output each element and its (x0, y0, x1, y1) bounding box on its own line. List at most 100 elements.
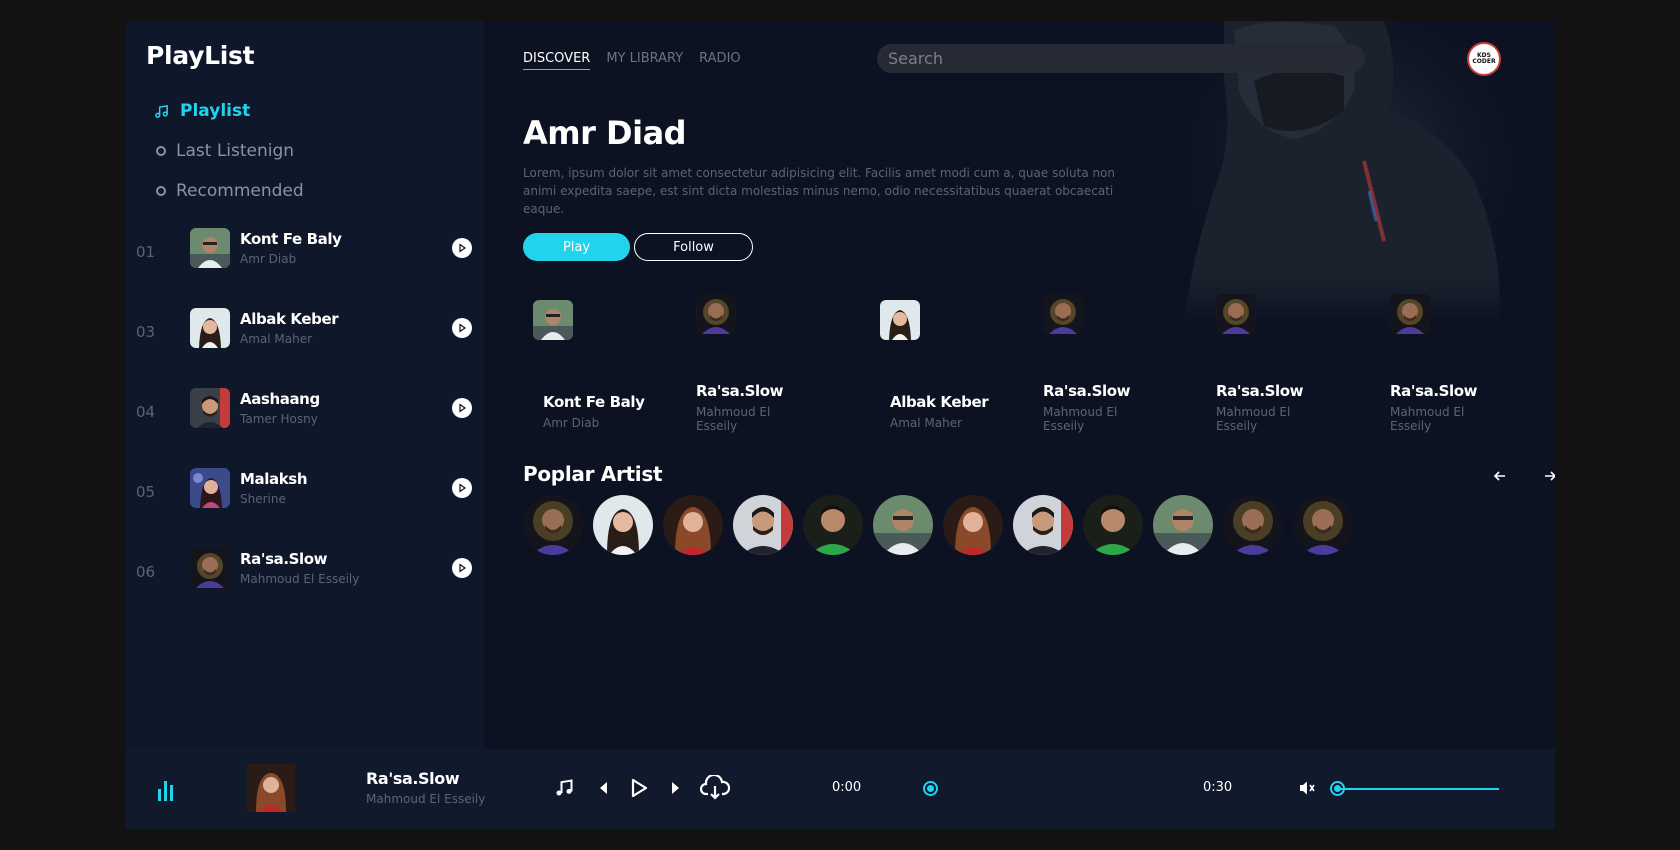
scroll-right-button[interactable] (1541, 467, 1555, 485)
track-row[interactable]: 04 Aashaang Tamer Hosny (126, 388, 484, 468)
song-card-title: Kont Fe Baly (543, 393, 645, 411)
song-card-artist: Amal Maher (890, 416, 963, 430)
artist-avatar[interactable] (733, 495, 793, 555)
nav-item-recommended[interactable]: Recommended (154, 171, 304, 211)
now-playing-artist: Mahmoud El Esseily (366, 792, 486, 806)
track-cover (190, 308, 230, 348)
track-row[interactable]: 05 Malaksh Sherine (126, 468, 484, 548)
popular-artists-title: Poplar Artist (523, 462, 663, 486)
scroll-left-button[interactable] (1491, 467, 1509, 485)
top-tabs: DISCOVER MY LIBRARY RADIO (523, 51, 741, 70)
music-note-icon (154, 104, 172, 119)
circle-bullet-icon (156, 186, 166, 196)
next-button[interactable] (669, 773, 683, 803)
volume-slider[interactable] (1330, 781, 1345, 796)
volume-icon (1300, 781, 1315, 795)
equalizer-icon (156, 775, 176, 803)
play-pause-button[interactable] (628, 773, 650, 803)
follow-button[interactable]: Follow (634, 233, 753, 261)
song-card[interactable]: Ra'sa.Slow Mahmoud El Esseily (696, 294, 856, 454)
song-card-cover (1390, 294, 1430, 334)
artist-avatar[interactable] (1223, 495, 1283, 555)
artist-avatar[interactable] (1013, 495, 1073, 555)
playlist-button[interactable] (553, 773, 575, 803)
play-track-button[interactable] (452, 318, 472, 338)
arrow-left-icon (1493, 471, 1505, 481)
tab-discover[interactable]: DISCOVER (523, 51, 591, 70)
play-button[interactable]: Play (523, 233, 630, 261)
song-card[interactable]: Albak Keber Amal Maher (870, 294, 1030, 454)
track-cover (190, 228, 230, 268)
track-title: Aashaang (240, 390, 320, 408)
play-icon (459, 323, 467, 333)
play-track-button[interactable] (452, 558, 472, 578)
song-card[interactable]: Ra'sa.Slow Mahmoud El Esseily (1043, 294, 1203, 454)
user-avatar[interactable]: KDS CODER (1467, 42, 1501, 76)
song-card-cover (696, 294, 736, 334)
cloud-download-icon (700, 775, 730, 800)
artist-avatar[interactable] (1083, 495, 1143, 555)
play-icon (459, 483, 467, 493)
track-cover (190, 388, 230, 428)
song-card-cover (880, 300, 920, 340)
song-card[interactable]: Ra'sa.Slow Mahmoud El Esseily (1390, 294, 1550, 454)
track-artist: Tamer Hosny (240, 412, 318, 426)
popular-artists-row (523, 495, 1353, 555)
play-icon (631, 778, 648, 798)
song-card-artist: Mahmoud El Esseily (1390, 405, 1465, 433)
track-row[interactable]: 03 Albak Keber Amal Maher (126, 308, 484, 388)
sidebar: PlayList Playlist Last Listenign Recomme… (126, 21, 484, 749)
track-cover (190, 468, 230, 508)
mute-button[interactable] (1298, 773, 1316, 803)
track-number: 05 (136, 483, 156, 501)
play-track-button[interactable] (452, 478, 472, 498)
track-title: Kont Fe Baly (240, 230, 342, 248)
artist-avatar[interactable] (523, 495, 583, 555)
tab-radio[interactable]: RADIO (699, 51, 740, 70)
song-cards: Kont Fe Baly Amr Diab Ra'sa.Slow Mahmoud… (523, 294, 1533, 454)
song-card-cover (1216, 294, 1256, 334)
track-number: 03 (136, 323, 156, 341)
volume-track[interactable] (1337, 788, 1499, 790)
song-card-artist: Amr Diab (543, 416, 600, 430)
search-input[interactable] (877, 44, 1365, 73)
track-number: 06 (136, 563, 156, 581)
song-card[interactable]: Ra'sa.Slow Mahmoud El Esseily (1216, 294, 1376, 454)
artist-avatar[interactable] (803, 495, 863, 555)
nav-item-last-listening[interactable]: Last Listenign (154, 131, 304, 171)
nav-item-playlist[interactable]: Playlist (154, 91, 304, 131)
hero-artist-name: Amr Diad (523, 114, 687, 152)
song-card-cover (1043, 294, 1083, 334)
play-icon (459, 243, 467, 253)
previous-button[interactable] (596, 773, 610, 803)
song-card-title: Ra'sa.Slow (696, 382, 784, 400)
artist-avatar[interactable] (943, 495, 1003, 555)
track-artist: Sherine (240, 492, 286, 506)
play-track-button[interactable] (452, 238, 472, 258)
tab-my-library[interactable]: MY LIBRARY (606, 51, 683, 70)
play-icon (459, 563, 467, 573)
play-track-button[interactable] (452, 398, 472, 418)
duration-time: 0:30 (1203, 780, 1233, 795)
now-playing-cover (247, 764, 295, 812)
song-card-title: Ra'sa.Slow (1043, 382, 1131, 400)
download-button[interactable] (699, 773, 731, 803)
track-number: 01 (136, 243, 156, 261)
song-card[interactable]: Kont Fe Baly Amr Diab (523, 294, 683, 454)
nav-item-label: Last Listenign (176, 141, 295, 161)
track-row[interactable]: 06 Ra'sa.Slow Mahmoud El Esseily (126, 548, 484, 628)
artist-avatar[interactable] (1293, 495, 1353, 555)
previous-icon (600, 782, 607, 794)
track-row[interactable]: 01 Kont Fe Baly Amr Diab (126, 228, 484, 308)
progress-slider[interactable] (923, 781, 938, 796)
song-card-title: Albak Keber (890, 393, 989, 411)
artist-avatar[interactable] (1153, 495, 1213, 555)
avatar-logo-text: KDS CODER (1472, 51, 1496, 65)
circle-bullet-icon (156, 146, 166, 156)
brand-title: PlayList (146, 41, 255, 70)
artist-avatar[interactable] (593, 495, 653, 555)
song-card-title: Ra'sa.Slow (1216, 382, 1304, 400)
artist-avatar[interactable] (663, 495, 723, 555)
artist-avatar[interactable] (873, 495, 933, 555)
player-bar: Ra'sa.Slow Mahmoud El Esseily 0:00 0:30 (126, 749, 1555, 829)
